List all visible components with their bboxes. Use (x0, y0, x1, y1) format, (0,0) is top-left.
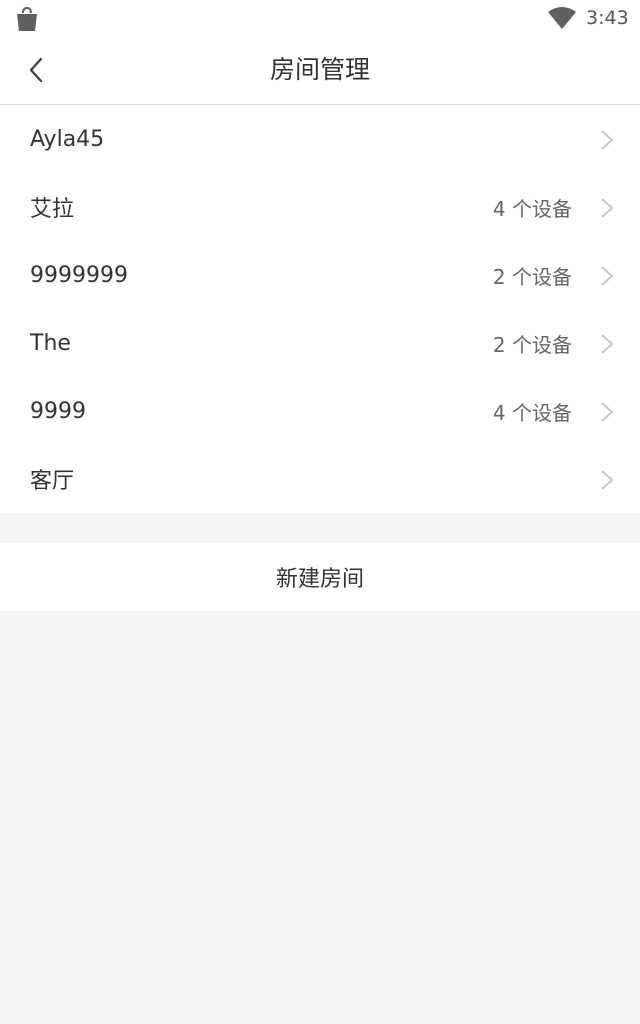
room-row-1[interactable]: 艾拉 4 个设备 (0, 173, 640, 241)
room-row-3[interactable]: The 2 个设备 (0, 309, 640, 377)
room-row-4[interactable]: 9999 4 个设备 (0, 377, 640, 445)
page-title: 房间管理 (269, 55, 370, 84)
new-room-label: 新建房间 (275, 567, 364, 592)
chevron-right-icon (601, 266, 614, 286)
new-room-button[interactable]: 新建房间 (0, 543, 640, 611)
room-name: 客厅 (30, 469, 75, 494)
device-count: 2 个设备 (492, 332, 572, 357)
room-list: Ayla45 艾拉 4 个设备 9999999 2 个设备 The 2 个设备 … (0, 105, 640, 513)
chevron-right-icon (601, 334, 614, 354)
chevron-right-icon (601, 198, 614, 218)
room-row-2[interactable]: 9999999 2 个设备 (0, 241, 640, 309)
chevron-right-icon (601, 402, 614, 422)
room-name: 9999 (30, 398, 86, 424)
room-name: 9999999 (30, 262, 128, 288)
wifi-icon (548, 7, 576, 29)
chevron-right-icon (601, 470, 614, 490)
device-count: 4 个设备 (492, 400, 572, 425)
device-count: 4 个设备 (492, 196, 572, 221)
device-count: 2 个设备 (492, 264, 572, 289)
shopping-bag-icon (17, 6, 37, 31)
status-bar: 3:43 (0, 0, 640, 36)
room-row-5[interactable]: 客厅 (0, 445, 640, 513)
room-name: The (30, 330, 71, 356)
chevron-right-icon (601, 130, 614, 150)
room-row-0[interactable]: Ayla45 (0, 105, 640, 173)
room-name: 艾拉 (30, 197, 75, 222)
status-time: 3:43 (586, 7, 629, 29)
room-name: Ayla45 (30, 126, 105, 152)
title-bar: 房间管理 (0, 36, 640, 105)
